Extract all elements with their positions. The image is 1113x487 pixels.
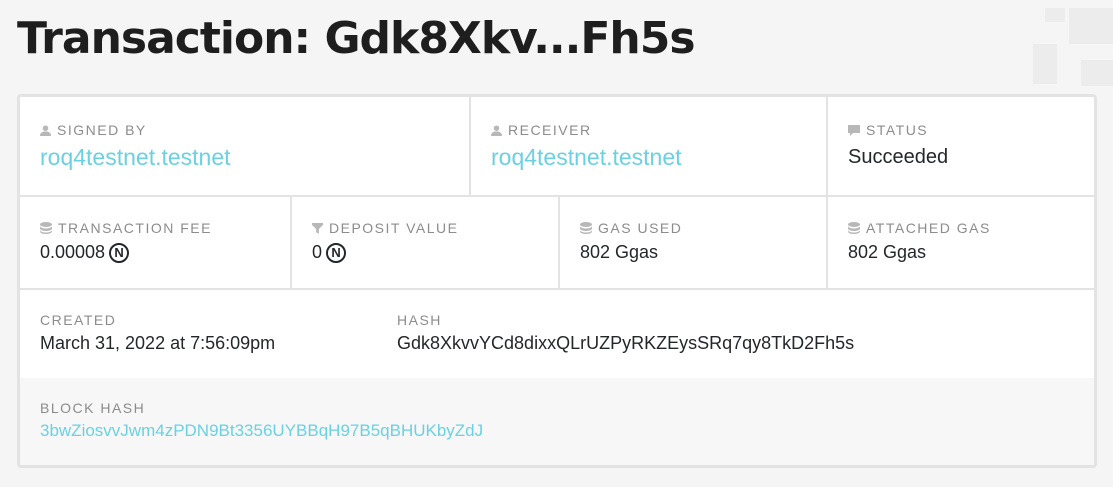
attached-gas-cell: ATTACHED GAS 802 Ggas: [826, 197, 1094, 288]
hash-value: Gdk8XkvvYCd8dixxQLrUZPyRKZEysSRq7qy8TkD2…: [397, 333, 855, 353]
gas-used-label: GAS USED: [598, 220, 683, 236]
transaction-fee-cell: TRANSACTION FEE 0.00008 N: [20, 197, 290, 288]
signed-by-link[interactable]: roq4testnet.testnet: [40, 144, 449, 171]
fees-row: TRANSACTION FEE 0.00008 N DEPOSIT VALUE …: [20, 197, 1094, 290]
deposit-value-label: DEPOSIT VALUE: [329, 220, 459, 236]
created-hash-row: CREATED March 31, 2022 at 7:56:09pm HASH…: [20, 290, 1094, 378]
comment-icon: [848, 124, 860, 136]
status-cell: STATUS Succeeded: [826, 97, 1094, 195]
created-label: CREATED: [40, 312, 117, 328]
attached-gas-label: ATTACHED GAS: [866, 220, 991, 236]
database-icon: [580, 222, 592, 234]
background-decoration: [1033, 0, 1113, 90]
gas-used-value: 802 Ggas: [580, 242, 659, 262]
hash-section: HASH Gdk8XkvvYCd8dixxQLrUZPyRKZEysSRq7qy…: [397, 312, 854, 378]
near-token-icon: N: [326, 242, 347, 263]
deposit-value: 0: [312, 242, 323, 262]
transaction-fee-label: TRANSACTION FEE: [58, 220, 212, 236]
attached-gas-value: 802 Ggas: [848, 242, 927, 262]
receiver-label: RECEIVER: [508, 122, 592, 138]
created-section: CREATED March 31, 2022 at 7:56:09pm: [40, 312, 397, 378]
block-hash-link[interactable]: 3bwZiosvvJwm4zPDN9Bt3356UYBBqH97B5qBHUKb…: [40, 421, 1094, 441]
near-token-icon: N: [109, 242, 130, 263]
filter-icon: [312, 222, 323, 234]
transaction-details-card: SIGNED BY roq4testnet.testnet RECEIVER r…: [17, 94, 1097, 468]
user-icon: [40, 124, 51, 136]
block-hash-label: BLOCK HASH: [40, 400, 146, 416]
page-title: Transaction: Gdk8Xkv...Fh5s: [17, 13, 696, 64]
deposit-value-cell: DEPOSIT VALUE 0 N: [290, 197, 558, 288]
block-hash-section: BLOCK HASH 3bwZiosvvJwm4zPDN9Bt3356UYBBq…: [20, 378, 1094, 465]
database-icon: [40, 222, 52, 234]
created-value: March 31, 2022 at 7:56:09pm: [40, 333, 276, 353]
status-label: STATUS: [866, 122, 929, 138]
receiver-link[interactable]: roq4testnet.testnet: [491, 144, 806, 171]
receiver-cell: RECEIVER roq4testnet.testnet: [469, 97, 826, 195]
hash-label: HASH: [397, 312, 442, 328]
user-icon: [491, 124, 502, 136]
gas-used-cell: GAS USED 802 Ggas: [558, 197, 826, 288]
signed-by-cell: SIGNED BY roq4testnet.testnet: [20, 97, 469, 195]
accounts-row: SIGNED BY roq4testnet.testnet RECEIVER r…: [20, 97, 1094, 197]
database-icon: [848, 222, 860, 234]
transaction-fee-value: 0.00008: [40, 242, 106, 262]
signed-by-label: SIGNED BY: [57, 122, 147, 138]
status-value: Succeeded: [848, 146, 949, 168]
